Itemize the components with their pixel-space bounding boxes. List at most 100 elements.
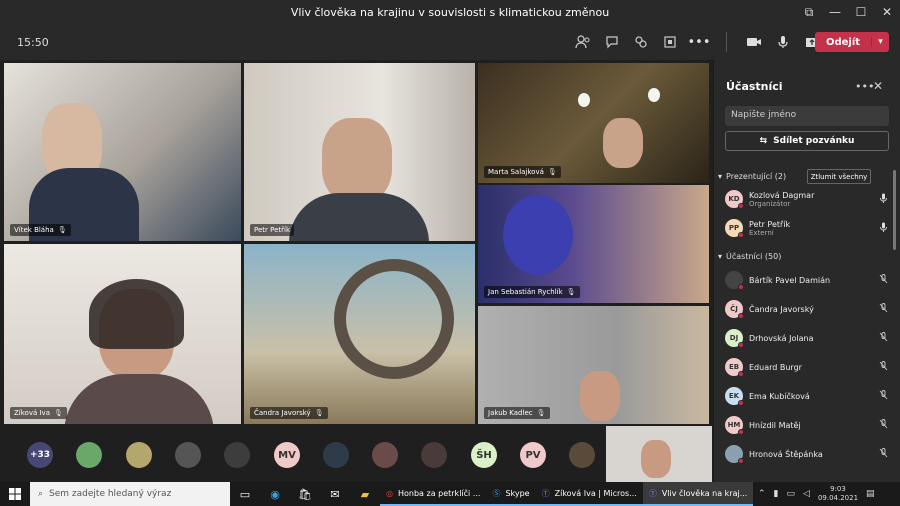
battery-icon[interactable]: ▮ xyxy=(774,489,779,499)
maximize-icon[interactable]: ☐ xyxy=(848,0,874,24)
mic-off-icon[interactable] xyxy=(876,361,890,373)
edge-icon[interactable]: ◉ xyxy=(260,482,290,506)
video-tile[interactable]: Petr Petřík xyxy=(244,63,475,241)
presence-status-icon xyxy=(738,458,744,464)
chevron-down-icon: ▾ xyxy=(718,252,723,261)
store-icon[interactable]: 🛍 xyxy=(290,482,320,506)
volume-icon[interactable]: ◁ xyxy=(803,489,810,499)
mute-all-button[interactable]: Ztlumit všechny xyxy=(807,169,871,184)
video-tile[interactable]: Jakub Kadlec 🎙 xyxy=(478,306,709,424)
mic-off-icon[interactable] xyxy=(876,303,890,315)
video-tile[interactable]: Čandra Javorský 🎙 xyxy=(244,244,475,424)
mic-off-icon[interactable] xyxy=(876,448,890,460)
share-invite-button[interactable]: ⇆ Sdílet pozvánku xyxy=(725,131,889,151)
participant-avatar: DJ xyxy=(725,329,744,348)
meeting-duration: 15:50 xyxy=(17,35,49,49)
participant-avatar[interactable] xyxy=(372,442,398,468)
mic-off-icon[interactable] xyxy=(876,332,890,344)
share-tray-icon[interactable] xyxy=(660,32,680,52)
participant-avatar[interactable] xyxy=(175,442,201,468)
participant-avatar[interactable] xyxy=(569,442,595,468)
participant-row[interactable]: KD Kozlová Dagmar Organizátor xyxy=(725,188,890,210)
video-tile[interactable]: Zíková Iva 🎙 xyxy=(4,244,241,424)
close-icon[interactable]: ✕ xyxy=(873,79,883,93)
participant-avatar[interactable] xyxy=(224,442,250,468)
participant-avatar: KD xyxy=(725,190,744,209)
participant-search-input[interactable]: Napište jméno xyxy=(725,106,889,126)
leave-button[interactable]: Odejít ▾ xyxy=(815,32,889,52)
network-icon[interactable]: ▭ xyxy=(787,489,796,499)
participant-role: Organizátor xyxy=(749,199,791,208)
participant-row[interactable]: EK Ema Kubíčková xyxy=(725,385,890,407)
taskbar-app[interactable]: Ⓣ Vliv člověka na kraj... xyxy=(642,482,754,506)
presence-status-icon xyxy=(738,400,744,406)
presenters-section-header[interactable]: ▾ Prezentující (2) xyxy=(718,172,786,181)
participant-avatar[interactable]: MV xyxy=(274,442,300,468)
taskbar-app[interactable]: ◎ Honba za petrklíči ... xyxy=(380,482,487,506)
mic-off-icon[interactable] xyxy=(876,419,890,431)
participant-name: Čandra Javorský xyxy=(749,304,814,314)
video-tile[interactable]: Vítek Bláha 🎙 xyxy=(4,63,241,241)
overflow-count-button[interactable]: +33 xyxy=(27,442,53,468)
taskbar-app[interactable]: Ⓣ Zíková Iva | Micros... xyxy=(535,482,643,506)
participant-row[interactable]: EB Eduard Burgr xyxy=(725,356,890,378)
participant-row[interactable]: ČJ Čandra Javorský xyxy=(725,298,890,320)
presence-status-icon xyxy=(738,284,744,290)
microphone-icon[interactable] xyxy=(773,32,793,52)
attendees-section-header[interactable]: ▾ Účastníci (50) xyxy=(718,252,781,261)
participant-row[interactable]: DJ Drhovská Jolana xyxy=(725,327,890,349)
participant-name: Hronová Štěpánka xyxy=(749,449,823,459)
participant-name: Ema Kubíčková xyxy=(749,391,810,401)
taskbar-app[interactable]: Ⓢ Skype xyxy=(486,482,536,506)
start-button[interactable] xyxy=(0,482,30,506)
breakout-rooms-icon[interactable] xyxy=(631,32,651,52)
participant-avatar[interactable] xyxy=(421,442,447,468)
microphone-icon[interactable] xyxy=(876,222,890,234)
participant-row[interactable]: HM Hnízdil Matěj xyxy=(725,414,890,436)
explorer-icon[interactable]: ▰ xyxy=(350,482,380,506)
restore-icon[interactable]: ⧉ xyxy=(796,0,822,24)
window-title: Vliv člověka na krajinu v souvislosti s … xyxy=(290,5,610,19)
participant-name-tag: Petr Petřík xyxy=(250,224,295,236)
presence-status-icon xyxy=(738,429,744,435)
mic-off-icon: 🎙 xyxy=(547,168,557,176)
participant-name-tag: Vítek Bláha 🎙 xyxy=(10,224,71,236)
participant-avatar: HM xyxy=(725,416,744,435)
mic-off-icon: 🎙 xyxy=(57,226,67,234)
more-options-icon[interactable]: ••• xyxy=(688,32,711,52)
participant-avatar[interactable] xyxy=(126,442,152,468)
clock-time: 9:03 xyxy=(830,485,846,493)
participant-avatar[interactable] xyxy=(323,442,349,468)
clock[interactable]: 9:03 09.04.2021 xyxy=(818,485,858,503)
participant-avatar[interactable]: PV xyxy=(520,442,546,468)
presence-status-icon xyxy=(738,203,744,209)
participants-icon[interactable] xyxy=(573,32,593,52)
share-invite-label: Sdílet pozvánku xyxy=(773,136,855,146)
chat-icon[interactable] xyxy=(602,32,622,52)
video-tile[interactable]: Jan Sebastián Rychlík 🎙 xyxy=(478,185,709,303)
presence-status-icon xyxy=(738,342,744,348)
participant-avatar[interactable]: ŠH xyxy=(471,442,497,468)
window-controls: ⧉ — ☐ ✕ xyxy=(796,0,900,24)
mic-off-icon[interactable] xyxy=(876,274,890,286)
video-tile[interactable]: Marta Salajková 🎙 xyxy=(478,63,709,183)
minimize-icon[interactable]: — xyxy=(822,0,848,24)
participant-row[interactable]: PP Petr Petřík Externí xyxy=(725,217,890,239)
mic-off-icon: 🎙 xyxy=(536,409,546,417)
more-options-icon[interactable]: ••• xyxy=(855,80,874,93)
chevron-up-icon[interactable]: ⌃ xyxy=(758,489,766,499)
camera-icon[interactable] xyxy=(744,32,764,52)
participant-row[interactable]: Bártík Pavel Damián xyxy=(725,269,890,291)
notifications-icon[interactable]: ▤ xyxy=(866,489,875,499)
scrollbar[interactable] xyxy=(893,170,896,250)
mic-off-icon[interactable] xyxy=(876,390,890,402)
participant-avatar[interactable] xyxy=(76,442,102,468)
task-view-icon[interactable]: ▭ xyxy=(230,482,260,506)
mail-icon[interactable]: ✉ xyxy=(320,482,350,506)
microphone-icon[interactable] xyxy=(876,193,890,205)
chevron-down-icon[interactable]: ▾ xyxy=(871,37,889,47)
taskbar-search-input[interactable]: ⌕ Sem zadejte hledaný výraz xyxy=(30,482,230,506)
close-icon[interactable]: ✕ xyxy=(874,0,900,24)
participant-name-tag: Zíková Iva 🎙 xyxy=(10,407,67,419)
participant-row[interactable]: Hronová Štěpánka xyxy=(725,443,890,465)
